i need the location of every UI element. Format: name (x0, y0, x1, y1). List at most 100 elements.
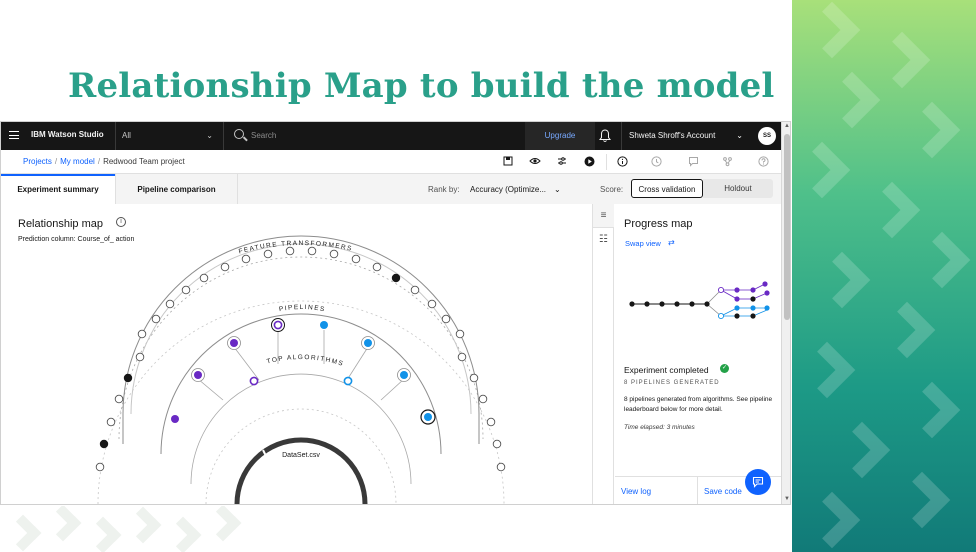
outer-node (106, 417, 116, 427)
breadcrumb-current: Redwood Team project (103, 157, 185, 166)
algorithms-ring (190, 373, 412, 485)
outer-node (95, 462, 105, 472)
save-code-link[interactable]: Save code (704, 487, 742, 496)
feature-node (285, 246, 295, 256)
experiment-status: Experiment completed (624, 365, 709, 375)
outer-node (114, 394, 124, 404)
slide: Relationship Map to build the model IBM … (0, 0, 976, 552)
scrollbar[interactable]: ▲ ▼ (781, 122, 790, 504)
feature-node (372, 262, 382, 272)
time-elapsed: Time elapsed: 3 minutes (624, 424, 695, 431)
upgrade-button[interactable]: Upgrade (525, 122, 595, 150)
view-log-link[interactable]: View log (621, 487, 651, 496)
outer-node (496, 462, 506, 472)
side-rail: ≡ ☷ (592, 204, 614, 504)
outer-node (492, 439, 502, 449)
score-label: Score: (600, 185, 624, 194)
breadcrumb-toolbar: Projects / My model / Redwood Team project (1, 150, 781, 174)
product-name[interactable]: IBM Watson Studio (31, 130, 104, 139)
slide-title: Relationship Map to build the model (68, 66, 775, 106)
swap-view-link[interactable]: Swap view (625, 239, 661, 248)
feature-node (151, 314, 161, 324)
chat-icon[interactable] (745, 469, 771, 495)
info-icon[interactable] (616, 156, 628, 168)
feature-node (199, 273, 209, 283)
feature-node (427, 299, 437, 309)
rank-by-dropdown[interactable]: Accuracy (Optimize... (470, 185, 546, 194)
outer-node (457, 352, 467, 362)
deploy-icon[interactable] (721, 156, 733, 168)
relationship-map-graph[interactable]: FEATURE TRANSFORMERS PIPELINES TOP ALGOR… (1, 204, 593, 505)
history-icon[interactable] (650, 156, 662, 168)
feature-node (220, 262, 230, 272)
account-switcher[interactable]: Shweta Shroff's Account ⌄ (621, 122, 753, 150)
feature-node (351, 254, 361, 264)
feature-node (241, 254, 251, 264)
tab-experiment-summary[interactable]: Experiment summary (1, 174, 115, 204)
feature-node (455, 329, 465, 339)
watson-studio-screenshot: IBM Watson Studio All ⌄ Search Upgrade S… (0, 121, 791, 505)
tab-bar: Experiment summary Pipeline comparison R… (1, 174, 781, 204)
checkmark-icon: ✓ (720, 364, 729, 373)
feature-node-selected (391, 273, 401, 283)
progress-description: 8 pipelines generated from algorithms. S… (624, 396, 773, 413)
pipelines-label: PIPELINES (278, 304, 326, 313)
outer-node-selected (99, 439, 109, 449)
outer-node-selected (123, 373, 133, 383)
view-icon[interactable] (529, 156, 541, 168)
progress-map-graph (629, 281, 770, 320)
progress-map-panel: Progress map Swap view ⇄ Experiment comp… (615, 204, 781, 504)
account-name: Shweta Shroff's Account (629, 131, 716, 140)
pipeline-node (320, 321, 328, 329)
save-icon[interactable] (502, 156, 514, 168)
progress-map-title: Progress map (624, 218, 693, 230)
swap-icon[interactable]: ⇄ (668, 238, 675, 247)
outer-node (469, 373, 479, 383)
scroll-up-icon[interactable]: ▲ (783, 123, 790, 129)
algorithm-node (343, 376, 353, 386)
chevron-down-icon: ⌄ (206, 131, 213, 140)
feature-node (181, 285, 191, 295)
decorative-side-panel (792, 0, 976, 552)
feature-node (410, 285, 420, 295)
feature-node (329, 249, 339, 259)
outer-node (478, 394, 488, 404)
tab-pipeline-comparison[interactable]: Pipeline comparison (115, 174, 237, 204)
run-icon[interactable] (583, 156, 595, 168)
feature-node (165, 299, 175, 309)
search-icon (234, 129, 244, 139)
dataset-label: DataSet.csv (282, 452, 320, 459)
pipeline-node (171, 415, 179, 423)
breadcrumb-my-model[interactable]: My model (60, 157, 95, 166)
feature-node (307, 246, 317, 256)
cross-validation-toggle[interactable]: Cross validation (631, 179, 703, 198)
help-icon[interactable] (757, 156, 769, 168)
breadcrumb-projects[interactable]: Projects (23, 157, 52, 166)
menu-icon[interactable] (9, 131, 19, 139)
scroll-down-icon[interactable]: ▼ (783, 496, 790, 502)
outer-node (135, 352, 145, 362)
list-view-icon[interactable]: ≡ (593, 204, 614, 228)
context-switcher[interactable]: All ⌄ (115, 122, 223, 150)
notification-icon[interactable] (599, 129, 611, 143)
chevron-down-icon: ⌄ (736, 131, 743, 140)
feature-node (441, 314, 451, 324)
holdout-toggle[interactable]: Holdout (703, 179, 773, 198)
context-value: All (122, 131, 131, 140)
avatar[interactable]: SS (758, 127, 776, 145)
feature-transformers-ring (122, 235, 480, 415)
scrollbar-thumb[interactable] (784, 134, 790, 320)
algorithm-node (249, 376, 259, 386)
outer-node (486, 417, 496, 427)
chevron-down-icon[interactable]: ⌄ (554, 185, 561, 194)
dataset-arc (234, 437, 368, 504)
comment-icon[interactable] (687, 156, 699, 168)
top-navigation-bar: IBM Watson Studio All ⌄ Search Upgrade S… (1, 122, 781, 150)
settings-sliders-icon[interactable] (556, 156, 568, 168)
search-placeholder: Search (251, 131, 277, 140)
details-list-icon[interactable]: ☷ (593, 228, 614, 252)
search-field[interactable]: Search (223, 122, 525, 150)
feature-node (137, 329, 147, 339)
rank-by-label: Rank by: (428, 185, 460, 194)
feature-node (263, 249, 273, 259)
